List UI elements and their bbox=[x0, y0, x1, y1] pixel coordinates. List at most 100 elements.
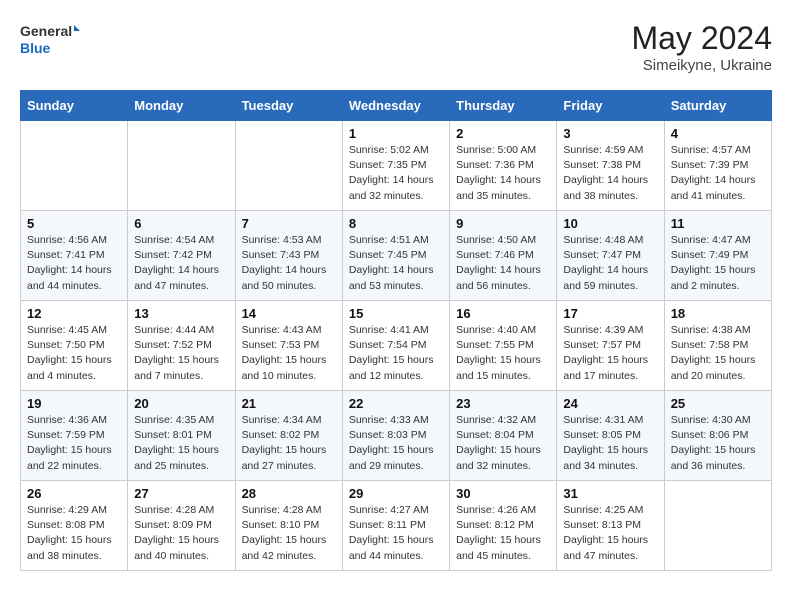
day-number: 16 bbox=[456, 306, 550, 321]
calendar-week-row: 12 Sunrise: 4:45 AM Sunset: 7:50 PM Dayli… bbox=[21, 301, 772, 391]
day-info: Sunrise: 4:47 AM Sunset: 7:49 PM Dayligh… bbox=[671, 233, 765, 294]
day-number: 31 bbox=[563, 486, 657, 501]
day-number: 26 bbox=[27, 486, 121, 501]
day-info: Sunrise: 4:27 AM Sunset: 8:11 PM Dayligh… bbox=[349, 503, 443, 564]
calendar-day-cell bbox=[128, 121, 235, 211]
day-number: 8 bbox=[349, 216, 443, 231]
calendar-day-cell: 24Sunrise: 4:31 AM Sunset: 8:05 PM Dayli… bbox=[557, 391, 664, 481]
day-number: 19 bbox=[27, 396, 121, 411]
day-number: 10 bbox=[563, 216, 657, 231]
calendar-day-cell: 6 Sunrise: 4:54 AM Sunset: 7:42 PM Daylig… bbox=[128, 211, 235, 301]
day-number: 11 bbox=[671, 216, 765, 231]
day-number: 3 bbox=[563, 126, 657, 141]
day-number: 7 bbox=[242, 216, 336, 231]
day-number: 12 bbox=[27, 306, 121, 321]
day-number: 5 bbox=[27, 216, 121, 231]
svg-text:Blue: Blue bbox=[20, 40, 51, 56]
calendar-day-cell: 20 Sunrise: 4:35 AM Sunset: 8:01 PM Dayli… bbox=[128, 391, 235, 481]
calendar-week-row: 1 Sunrise: 5:02 AM Sunset: 7:35 PM Daylig… bbox=[21, 121, 772, 211]
calendar-day-cell: 23Sunrise: 4:32 AM Sunset: 8:04 PM Dayli… bbox=[450, 391, 557, 481]
day-number: 1 bbox=[349, 126, 443, 141]
day-number: 23 bbox=[456, 396, 550, 411]
day-info: Sunrise: 4:38 AM Sunset: 7:58 PM Dayligh… bbox=[671, 323, 765, 384]
calendar-day-cell: 2 Sunrise: 5:00 AM Sunset: 7:36 PM Daylig… bbox=[450, 121, 557, 211]
day-number: 30 bbox=[456, 486, 550, 501]
day-info: Sunrise: 4:25 AM Sunset: 8:13 PM Dayligh… bbox=[563, 503, 657, 564]
day-info: Sunrise: 4:28 AM Sunset: 8:10 PM Dayligh… bbox=[242, 503, 336, 564]
calendar-week-row: 19 Sunrise: 4:36 AM Sunset: 7:59 PM Dayli… bbox=[21, 391, 772, 481]
day-info: Sunrise: 4:35 AM Sunset: 8:01 PM Dayligh… bbox=[134, 413, 228, 474]
calendar-day-cell: 16 Sunrise: 4:40 AM Sunset: 7:55 PM Dayli… bbox=[450, 301, 557, 391]
day-info: Sunrise: 4:36 AM Sunset: 7:59 PM Dayligh… bbox=[27, 413, 121, 474]
day-number: 6 bbox=[134, 216, 228, 231]
calendar-day-cell: 4 Sunrise: 4:57 AM Sunset: 7:39 PM Daylig… bbox=[664, 121, 771, 211]
day-info: Sunrise: 4:48 AM Sunset: 7:47 PM Dayligh… bbox=[563, 233, 657, 294]
calendar-day-cell: 14 Sunrise: 4:43 AM Sunset: 7:53 PM Dayli… bbox=[235, 301, 342, 391]
calendar-table: SundayMondayTuesdayWednesdayThursdayFrid… bbox=[20, 90, 772, 571]
calendar-day-cell: 1 Sunrise: 5:02 AM Sunset: 7:35 PM Daylig… bbox=[342, 121, 449, 211]
day-info: Sunrise: 4:56 AM Sunset: 7:41 PM Dayligh… bbox=[27, 233, 121, 294]
calendar-day-cell: 17Sunrise: 4:39 AM Sunset: 7:57 PM Dayli… bbox=[557, 301, 664, 391]
day-info: Sunrise: 4:54 AM Sunset: 7:42 PM Dayligh… bbox=[134, 233, 228, 294]
calendar-header-row: SundayMondayTuesdayWednesdayThursdayFrid… bbox=[21, 91, 772, 121]
day-number: 27 bbox=[134, 486, 228, 501]
day-info: Sunrise: 4:50 AM Sunset: 7:46 PM Dayligh… bbox=[456, 233, 550, 294]
calendar-day-cell bbox=[235, 121, 342, 211]
calendar-day-cell: 15 Sunrise: 4:41 AM Sunset: 7:54 PM Dayli… bbox=[342, 301, 449, 391]
day-info: Sunrise: 4:31 AM Sunset: 8:05 PM Dayligh… bbox=[563, 413, 657, 474]
calendar-day-cell bbox=[664, 481, 771, 571]
day-number: 2 bbox=[456, 126, 550, 141]
day-number: 20 bbox=[134, 396, 228, 411]
day-of-week-header: Thursday bbox=[450, 91, 557, 121]
calendar-week-row: 5 Sunrise: 4:56 AM Sunset: 7:41 PM Daylig… bbox=[21, 211, 772, 301]
day-of-week-header: Monday bbox=[128, 91, 235, 121]
svg-text:General: General bbox=[20, 23, 72, 39]
day-of-week-header: Wednesday bbox=[342, 91, 449, 121]
day-number: 14 bbox=[242, 306, 336, 321]
day-of-week-header: Sunday bbox=[21, 91, 128, 121]
day-number: 17 bbox=[563, 306, 657, 321]
day-of-week-header: Saturday bbox=[664, 91, 771, 121]
day-info: Sunrise: 4:57 AM Sunset: 7:39 PM Dayligh… bbox=[671, 143, 765, 204]
day-info: Sunrise: 4:40 AM Sunset: 7:55 PM Dayligh… bbox=[456, 323, 550, 384]
calendar-day-cell: 30Sunrise: 4:26 AM Sunset: 8:12 PM Dayli… bbox=[450, 481, 557, 571]
calendar-day-cell bbox=[21, 121, 128, 211]
day-of-week-header: Tuesday bbox=[235, 91, 342, 121]
calendar-day-cell: 29 Sunrise: 4:27 AM Sunset: 8:11 PM Dayli… bbox=[342, 481, 449, 571]
day-info: Sunrise: 4:45 AM Sunset: 7:50 PM Dayligh… bbox=[27, 323, 121, 384]
calendar-day-cell: 22Sunrise: 4:33 AM Sunset: 8:03 PM Dayli… bbox=[342, 391, 449, 481]
calendar-week-row: 26 Sunrise: 4:29 AM Sunset: 8:08 PM Dayli… bbox=[21, 481, 772, 571]
day-number: 9 bbox=[456, 216, 550, 231]
calendar-day-cell: 11 Sunrise: 4:47 AM Sunset: 7:49 PM Dayli… bbox=[664, 211, 771, 301]
day-number: 25 bbox=[671, 396, 765, 411]
day-info: Sunrise: 4:53 AM Sunset: 7:43 PM Dayligh… bbox=[242, 233, 336, 294]
day-info: Sunrise: 5:00 AM Sunset: 7:36 PM Dayligh… bbox=[456, 143, 550, 204]
day-of-week-header: Friday bbox=[557, 91, 664, 121]
day-info: Sunrise: 4:29 AM Sunset: 8:08 PM Dayligh… bbox=[27, 503, 121, 564]
day-number: 18 bbox=[671, 306, 765, 321]
day-number: 21 bbox=[242, 396, 336, 411]
day-number: 28 bbox=[242, 486, 336, 501]
calendar-day-cell: 26 Sunrise: 4:29 AM Sunset: 8:08 PM Dayli… bbox=[21, 481, 128, 571]
day-info: Sunrise: 4:34 AM Sunset: 8:02 PM Dayligh… bbox=[242, 413, 336, 474]
month-title: May 2024 bbox=[631, 20, 772, 57]
page-header: General Blue May 2024 Simeikyne, Ukraine bbox=[20, 20, 772, 74]
logo: General Blue bbox=[20, 20, 80, 58]
day-info: Sunrise: 4:43 AM Sunset: 7:53 PM Dayligh… bbox=[242, 323, 336, 384]
day-info: Sunrise: 4:28 AM Sunset: 8:09 PM Dayligh… bbox=[134, 503, 228, 564]
day-number: 15 bbox=[349, 306, 443, 321]
day-number: 22 bbox=[349, 396, 443, 411]
day-info: Sunrise: 4:30 AM Sunset: 8:06 PM Dayligh… bbox=[671, 413, 765, 474]
calendar-day-cell: 31 Sunrise: 4:25 AM Sunset: 8:13 PM Dayli… bbox=[557, 481, 664, 571]
calendar-day-cell: 3 Sunrise: 4:59 AM Sunset: 7:38 PM Daylig… bbox=[557, 121, 664, 211]
day-info: Sunrise: 5:02 AM Sunset: 7:35 PM Dayligh… bbox=[349, 143, 443, 204]
calendar-day-cell: 27 Sunrise: 4:28 AM Sunset: 8:09 PM Dayli… bbox=[128, 481, 235, 571]
day-number: 4 bbox=[671, 126, 765, 141]
day-number: 29 bbox=[349, 486, 443, 501]
day-number: 13 bbox=[134, 306, 228, 321]
day-info: Sunrise: 4:41 AM Sunset: 7:54 PM Dayligh… bbox=[349, 323, 443, 384]
day-info: Sunrise: 4:59 AM Sunset: 7:38 PM Dayligh… bbox=[563, 143, 657, 204]
calendar-day-cell: 9 Sunrise: 4:50 AM Sunset: 7:46 PM Daylig… bbox=[450, 211, 557, 301]
calendar-day-cell: 18 Sunrise: 4:38 AM Sunset: 7:58 PM Dayli… bbox=[664, 301, 771, 391]
day-info: Sunrise: 4:44 AM Sunset: 7:52 PM Dayligh… bbox=[134, 323, 228, 384]
